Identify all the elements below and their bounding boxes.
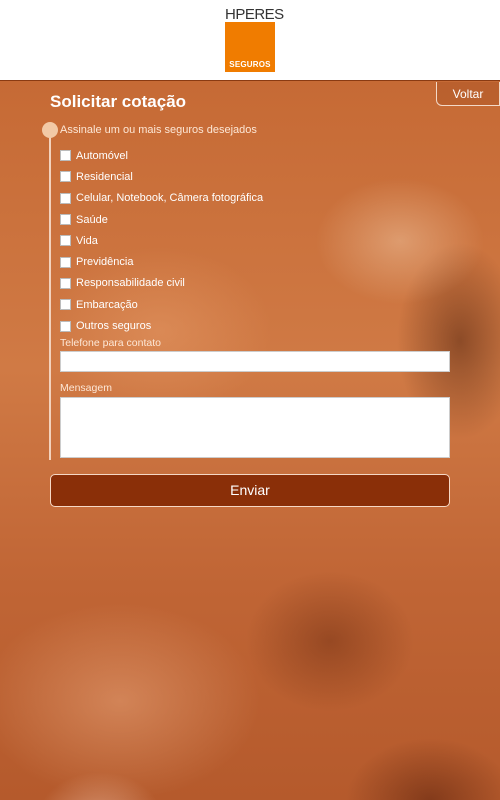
logo-box: SEGUROS	[225, 22, 275, 72]
option-label: Residencial	[76, 170, 133, 183]
phone-label: Telefone para contato	[60, 337, 161, 349]
option-embarcacao[interactable]: Embarcação	[60, 294, 263, 315]
app-header: HPERES SEGUROS	[0, 0, 500, 81]
checkbox[interactable]	[60, 256, 71, 268]
option-label: Embarcação	[76, 298, 138, 311]
message-textarea[interactable]	[60, 397, 450, 458]
checkbox[interactable]	[60, 150, 71, 162]
timeline-dot	[42, 122, 58, 138]
checkbox[interactable]	[60, 320, 71, 332]
checkbox[interactable]	[60, 277, 71, 289]
checkbox[interactable]	[60, 235, 71, 247]
logo-subtext: SEGUROS	[229, 60, 271, 69]
logo-wordmark: HPERES	[225, 6, 284, 23]
option-automovel[interactable]: Automóvel	[60, 145, 263, 166]
checkbox[interactable]	[60, 214, 71, 226]
phone-input[interactable]	[60, 351, 450, 372]
back-button[interactable]: Voltar	[436, 82, 500, 106]
option-label: Responsabilidade civil	[76, 277, 185, 290]
send-button[interactable]: Enviar	[50, 474, 450, 507]
option-saude[interactable]: Saúde	[60, 209, 263, 230]
option-outros[interactable]: Outros seguros	[60, 315, 263, 336]
option-responsabilidade[interactable]: Responsabilidade civil	[60, 273, 263, 294]
insurance-options: Automóvel Residencial Celular, Notebook,…	[60, 145, 263, 337]
option-label: Outros seguros	[76, 320, 152, 333]
checkbox[interactable]	[60, 171, 71, 183]
option-label: Celular, Notebook, Câmera fotográfica	[76, 192, 264, 205]
option-vida[interactable]: Vida	[60, 230, 263, 251]
option-residencial[interactable]: Residencial	[60, 166, 263, 187]
checkbox[interactable]	[60, 192, 71, 204]
option-label: Saúde	[76, 213, 108, 226]
option-label: Previdência	[76, 256, 134, 269]
option-celular[interactable]: Celular, Notebook, Câmera fotográfica	[60, 188, 263, 209]
checkbox[interactable]	[60, 299, 71, 311]
option-previdencia[interactable]: Previdência	[60, 251, 263, 272]
option-label: Vida	[76, 234, 98, 247]
option-label: Automóvel	[76, 149, 128, 162]
instruction-text: Assinale um ou mais seguros desejados	[60, 124, 257, 136]
message-label: Mensagem	[60, 382, 112, 394]
page-title: Solicitar cotação	[50, 92, 187, 111]
timeline-line	[49, 130, 51, 460]
